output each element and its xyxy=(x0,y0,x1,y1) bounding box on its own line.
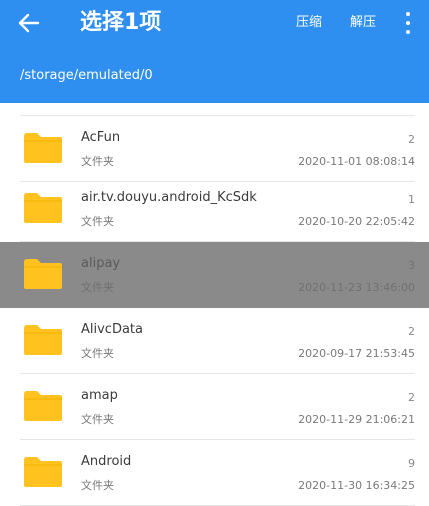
file-row-android[interactable]: Android 文件夹 9 2020-11-30 16:34:25 xyxy=(0,440,429,506)
file-name: AlivcData xyxy=(81,322,143,337)
file-name: air.tv.douyu.android_KcSdk xyxy=(81,190,257,205)
file-row-alivcdata[interactable]: AlivcData 文件夹 2 2020-09-17 21:53:45 xyxy=(0,308,429,374)
app-bar: 选择1项 压缩 解压 xyxy=(0,0,429,47)
item-count: 2 xyxy=(408,133,415,146)
selection-title: 选择1项 xyxy=(80,10,162,35)
current-path[interactable]: /storage/emulated/0 xyxy=(20,67,153,85)
item-count: 3 xyxy=(408,259,415,272)
file-name: AcFun xyxy=(81,130,121,145)
file-type: 文件夹 xyxy=(81,479,114,492)
file-type: 文件夹 xyxy=(81,155,114,168)
file-row-alipay[interactable]: alipay 文件夹 3 2020-11-23 13:46:00 xyxy=(0,242,429,308)
file-type: 文件夹 xyxy=(81,413,114,426)
modified-date: 2020-11-29 21:06:21 xyxy=(298,413,415,426)
compress-button[interactable]: 压缩 xyxy=(296,12,322,34)
item-count: 9 xyxy=(408,457,415,470)
folder-icon xyxy=(24,259,62,289)
file-row-amap[interactable]: amap 文件夹 2 2020-11-29 21:06:21 xyxy=(0,374,429,440)
folder-icon xyxy=(24,391,62,421)
folder-icon xyxy=(24,133,62,163)
file-type: 文件夹 xyxy=(81,347,114,360)
file-name: Android xyxy=(81,454,132,469)
file-type: 文件夹 xyxy=(81,281,114,294)
folder-icon xyxy=(24,325,62,355)
modified-date: 2020-11-01 08:08:14 xyxy=(298,155,415,168)
arrow-left-icon[interactable] xyxy=(14,8,44,38)
folder-icon xyxy=(24,457,62,487)
modified-date: 2020-10-20 22:05:42 xyxy=(298,215,415,228)
modified-date: 2020-11-23 13:46:00 xyxy=(298,281,415,294)
modified-date: 2020-11-30 16:34:25 xyxy=(298,479,415,492)
item-count: 2 xyxy=(408,325,415,338)
file-name: alipay xyxy=(81,256,121,271)
extract-button[interactable]: 解压 xyxy=(350,12,376,34)
item-count: 1 xyxy=(408,193,415,206)
item-count: 2 xyxy=(408,391,415,404)
file-type: 文件夹 xyxy=(81,215,114,228)
path-bar: /storage/emulated/0 xyxy=(0,47,429,103)
modified-date: 2020-09-17 21:53:45 xyxy=(298,347,415,360)
file-row-acfun[interactable]: AcFun 文件夹 2 2020-11-01 08:08:14 xyxy=(0,116,429,182)
file-row-air-tv-douyu-android-kcsdk[interactable]: air.tv.douyu.android_KcSdk 文件夹 1 2020-10-20… xyxy=(0,176,429,242)
file-name: amap xyxy=(81,388,118,403)
file-list: AcFun 文件夹 2 2020-11-01 08:08:14 air.tv.douyu… xyxy=(0,103,429,506)
folder-icon xyxy=(24,193,62,223)
more-vertical-icon[interactable] xyxy=(400,9,416,37)
